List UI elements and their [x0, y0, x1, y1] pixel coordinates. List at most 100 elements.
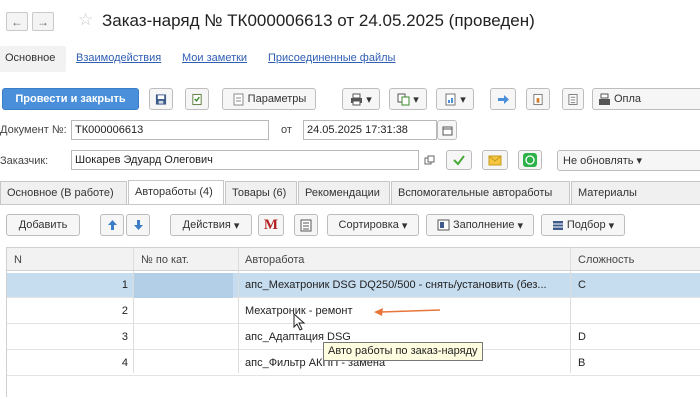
customer-label: Заказчик:	[0, 155, 49, 167]
cell-n: 3	[121, 331, 128, 343]
open-customer-button[interactable]	[419, 150, 439, 170]
column-divider	[238, 247, 239, 373]
form-button[interactable]	[294, 214, 318, 236]
arrow-up-icon	[107, 220, 117, 230]
star-icon[interactable]: ☆	[78, 10, 93, 30]
cell-n: 4	[121, 357, 128, 369]
arrow-down-icon	[133, 220, 143, 230]
doc-number-label: Документ №:	[0, 124, 67, 136]
cell-difficulty: D	[578, 331, 586, 343]
subtab-attached-files[interactable]: Присоединенные файлы	[268, 52, 395, 64]
tab-main-in-work[interactable]: Основное (В работе)	[0, 181, 127, 204]
whatsapp-button[interactable]	[518, 150, 542, 170]
page-title: Заказ-наряд № ТК000006613 от 24.05.2025 …	[102, 11, 535, 30]
table-left-border	[6, 247, 7, 397]
tab-recommendations[interactable]: Рекомендации	[298, 181, 390, 204]
subtab-main[interactable]: Основное	[5, 52, 55, 64]
calendar-icon	[442, 126, 452, 135]
chevron-down-icon: ▾	[517, 219, 524, 232]
whatsapp-icon	[523, 153, 537, 167]
add-row-button[interactable]: Добавить	[6, 214, 80, 236]
arrow-right-icon: →	[37, 14, 49, 29]
table-icon	[552, 220, 563, 230]
email-button[interactable]	[482, 150, 508, 170]
subtab-notes[interactable]: Мои заметки	[182, 52, 247, 64]
chevron-down-icon: ▾	[460, 93, 466, 106]
pick-label: Подбор	[566, 219, 606, 231]
go-button[interactable]	[490, 88, 516, 110]
pay-button[interactable]: Опла	[592, 88, 700, 110]
doc-number-field[interactable]: ТК000006613	[71, 120, 269, 140]
tab-goods[interactable]: Товары (6)	[225, 181, 297, 204]
print-button[interactable]: ▾	[342, 88, 380, 110]
arrow-right-icon	[497, 94, 509, 104]
column-header-cat-no[interactable]: № по кат.	[141, 254, 189, 266]
tooltip: Авто работы по заказ-наряду	[323, 342, 483, 361]
pay-label: Опла	[614, 93, 642, 105]
post-button[interactable]	[185, 88, 209, 110]
customer-check-button[interactable]	[446, 150, 472, 170]
chevron-down-icon: ▾	[636, 155, 642, 167]
back-button[interactable]: ←	[6, 12, 28, 31]
tab-autoworks[interactable]: Автоработы (4)	[128, 180, 224, 205]
column-divider	[570, 247, 571, 373]
column-header-autowork[interactable]: Авторабота	[245, 254, 304, 266]
fill-menu-button[interactable]: Заполнение ▾	[426, 214, 534, 236]
chevron-down-icon: ▾	[413, 93, 419, 106]
document-action-button[interactable]	[526, 88, 550, 110]
save-icon	[155, 93, 167, 105]
move-up-button[interactable]	[100, 214, 124, 236]
calendar-button[interactable]	[437, 120, 457, 140]
subtab-interactions[interactable]: Взаимодействия	[76, 52, 161, 64]
table-row[interactable]: 2 Мехатроник - ремонт	[6, 299, 700, 324]
tab-materials[interactable]: Материалы	[571, 181, 700, 204]
actions-label: Действия	[182, 219, 231, 231]
arrow-left-icon: ←	[11, 14, 23, 29]
reports-button[interactable]: ▾	[436, 88, 474, 110]
chevron-down-icon: ▾	[366, 93, 372, 106]
envelope-icon	[488, 155, 502, 165]
post-and-close-button[interactable]: Провести и закрыть	[2, 88, 139, 110]
cell-n: 2	[121, 305, 128, 317]
selected-cell-highlight	[134, 273, 233, 298]
reports-icon	[445, 93, 456, 105]
list-button[interactable]	[562, 88, 584, 110]
checkmark-icon	[453, 155, 465, 166]
cell-n: 1	[121, 279, 128, 291]
open-link-icon	[424, 155, 434, 164]
printer-icon	[351, 93, 363, 105]
sort-menu-button[interactable]: Сортировка ▾	[327, 214, 419, 236]
column-header-n[interactable]: N	[14, 254, 22, 266]
cash-register-icon	[599, 93, 610, 105]
create-based-button[interactable]: ▾	[389, 88, 427, 110]
tabs-divider	[0, 204, 700, 205]
table-row[interactable]: 1 апс_Мехатроник DSG DQ250/500 - снять/у…	[6, 273, 700, 298]
forward-button[interactable]: →	[32, 12, 54, 31]
document-icon	[233, 93, 244, 105]
mouse-cursor-icon	[293, 313, 306, 331]
tab-aux-autoworks[interactable]: Вспомогательные автоработы	[391, 181, 570, 204]
no-update-select[interactable]: Не обновлять ▾	[557, 150, 700, 171]
actions-menu-button[interactable]: Действия ▾	[170, 214, 252, 236]
cell-autowork: апс_Мехатроник DSG DQ250/500 - снять/уст…	[245, 279, 547, 291]
cell-difficulty: C	[578, 279, 586, 291]
cell-difficulty: B	[578, 357, 586, 369]
save-button[interactable]	[149, 88, 173, 110]
params-button[interactable]: Параметры	[222, 88, 316, 110]
document-chart-icon	[533, 93, 543, 105]
form-list-icon	[300, 219, 312, 231]
create-based-icon	[397, 93, 410, 105]
fill-icon	[437, 219, 450, 231]
date-field[interactable]: 24.05.2025 17:31:38	[303, 120, 437, 140]
column-header-difficulty[interactable]: Сложность	[578, 254, 634, 266]
move-down-button[interactable]	[126, 214, 150, 236]
m-button[interactable]: M	[258, 214, 284, 236]
chevron-down-icon: ▾	[608, 219, 615, 232]
sort-label: Сортировка	[338, 219, 399, 231]
date-from-label: от	[281, 124, 292, 136]
customer-field[interactable]: Шокарев Эдуард Олегович	[71, 150, 419, 170]
pick-menu-button[interactable]: Подбор ▾	[541, 214, 625, 236]
annotation-arrow-icon	[374, 308, 441, 316]
chevron-down-icon: ▾	[233, 219, 240, 232]
chevron-down-icon: ▾	[401, 219, 408, 232]
